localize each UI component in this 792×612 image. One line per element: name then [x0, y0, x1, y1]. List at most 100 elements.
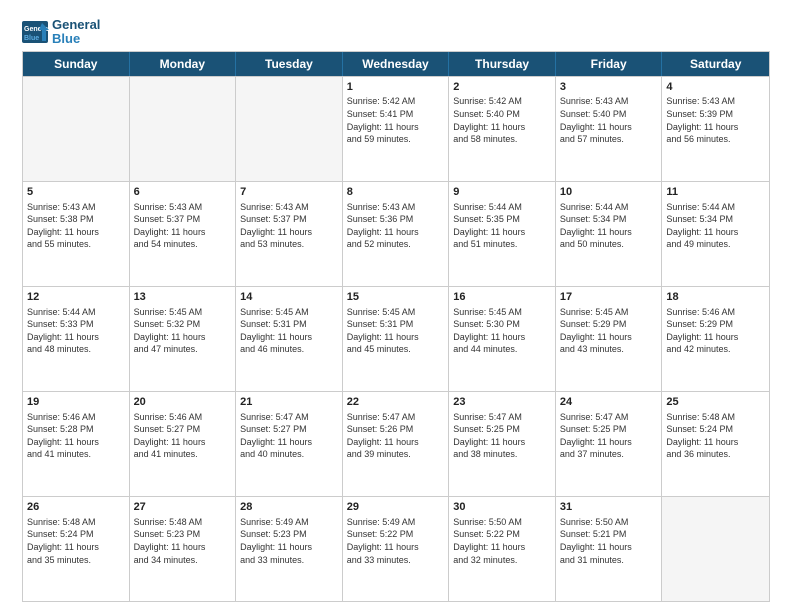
day-number: 23 — [453, 395, 551, 410]
cal-cell-30: 30Sunrise: 5:50 AM Sunset: 5:22 PM Dayli… — [449, 497, 556, 601]
cal-cell-2: 2Sunrise: 5:42 AM Sunset: 5:40 PM Daylig… — [449, 77, 556, 181]
week-row-1: 1Sunrise: 5:42 AM Sunset: 5:41 PM Daylig… — [23, 76, 769, 181]
cal-cell-11: 11Sunrise: 5:44 AM Sunset: 5:34 PM Dayli… — [662, 182, 769, 286]
day-number: 14 — [240, 290, 338, 305]
cal-cell-empty — [662, 497, 769, 601]
cal-cell-20: 20Sunrise: 5:46 AM Sunset: 5:27 PM Dayli… — [130, 392, 237, 496]
calendar-header: SundayMondayTuesdayWednesdayThursdayFrid… — [23, 52, 769, 76]
day-number: 7 — [240, 185, 338, 200]
day-info: Sunrise: 5:43 AM Sunset: 5:40 PM Dayligh… — [560, 95, 658, 145]
cal-cell-8: 8Sunrise: 5:43 AM Sunset: 5:36 PM Daylig… — [343, 182, 450, 286]
cal-cell-16: 16Sunrise: 5:45 AM Sunset: 5:30 PM Dayli… — [449, 287, 556, 391]
day-info: Sunrise: 5:45 AM Sunset: 5:32 PM Dayligh… — [134, 306, 232, 356]
cal-cell-6: 6Sunrise: 5:43 AM Sunset: 5:37 PM Daylig… — [130, 182, 237, 286]
day-info: Sunrise: 5:42 AM Sunset: 5:40 PM Dayligh… — [453, 95, 551, 145]
cal-cell-14: 14Sunrise: 5:45 AM Sunset: 5:31 PM Dayli… — [236, 287, 343, 391]
day-info: Sunrise: 5:50 AM Sunset: 5:22 PM Dayligh… — [453, 516, 551, 566]
cal-cell-5: 5Sunrise: 5:43 AM Sunset: 5:38 PM Daylig… — [23, 182, 130, 286]
header-day-friday: Friday — [556, 52, 663, 76]
week-row-5: 26Sunrise: 5:48 AM Sunset: 5:24 PM Dayli… — [23, 496, 769, 601]
cal-cell-23: 23Sunrise: 5:47 AM Sunset: 5:25 PM Dayli… — [449, 392, 556, 496]
day-info: Sunrise: 5:42 AM Sunset: 5:41 PM Dayligh… — [347, 95, 445, 145]
day-info: Sunrise: 5:46 AM Sunset: 5:29 PM Dayligh… — [666, 306, 765, 356]
day-number: 1 — [347, 80, 445, 95]
day-info: Sunrise: 5:45 AM Sunset: 5:31 PM Dayligh… — [240, 306, 338, 356]
day-info: Sunrise: 5:48 AM Sunset: 5:24 PM Dayligh… — [666, 411, 765, 461]
day-number: 20 — [134, 395, 232, 410]
day-number: 8 — [347, 185, 445, 200]
day-number: 6 — [134, 185, 232, 200]
day-number: 22 — [347, 395, 445, 410]
day-info: Sunrise: 5:43 AM Sunset: 5:37 PM Dayligh… — [134, 201, 232, 251]
day-number: 31 — [560, 500, 658, 515]
cal-cell-13: 13Sunrise: 5:45 AM Sunset: 5:32 PM Dayli… — [130, 287, 237, 391]
header: General Blue General Blue — [22, 18, 770, 47]
cal-cell-empty — [130, 77, 237, 181]
header-day-wednesday: Wednesday — [343, 52, 450, 76]
header-day-sunday: Sunday — [23, 52, 130, 76]
cal-cell-29: 29Sunrise: 5:49 AM Sunset: 5:22 PM Dayli… — [343, 497, 450, 601]
day-number: 28 — [240, 500, 338, 515]
day-number: 19 — [27, 395, 125, 410]
day-info: Sunrise: 5:49 AM Sunset: 5:23 PM Dayligh… — [240, 516, 338, 566]
day-number: 10 — [560, 185, 658, 200]
logo-icon: General Blue — [22, 21, 50, 43]
day-info: Sunrise: 5:45 AM Sunset: 5:30 PM Dayligh… — [453, 306, 551, 356]
day-info: Sunrise: 5:43 AM Sunset: 5:37 PM Dayligh… — [240, 201, 338, 251]
header-day-thursday: Thursday — [449, 52, 556, 76]
header-day-tuesday: Tuesday — [236, 52, 343, 76]
week-row-4: 19Sunrise: 5:46 AM Sunset: 5:28 PM Dayli… — [23, 391, 769, 496]
day-info: Sunrise: 5:45 AM Sunset: 5:29 PM Dayligh… — [560, 306, 658, 356]
cal-cell-9: 9Sunrise: 5:44 AM Sunset: 5:35 PM Daylig… — [449, 182, 556, 286]
day-number: 26 — [27, 500, 125, 515]
cal-cell-18: 18Sunrise: 5:46 AM Sunset: 5:29 PM Dayli… — [662, 287, 769, 391]
day-info: Sunrise: 5:46 AM Sunset: 5:27 PM Dayligh… — [134, 411, 232, 461]
day-number: 18 — [666, 290, 765, 305]
cal-cell-21: 21Sunrise: 5:47 AM Sunset: 5:27 PM Dayli… — [236, 392, 343, 496]
cal-cell-empty — [236, 77, 343, 181]
day-number: 27 — [134, 500, 232, 515]
cal-cell-17: 17Sunrise: 5:45 AM Sunset: 5:29 PM Dayli… — [556, 287, 663, 391]
day-info: Sunrise: 5:44 AM Sunset: 5:35 PM Dayligh… — [453, 201, 551, 251]
cal-cell-4: 4Sunrise: 5:43 AM Sunset: 5:39 PM Daylig… — [662, 77, 769, 181]
header-day-monday: Monday — [130, 52, 237, 76]
day-info: Sunrise: 5:48 AM Sunset: 5:23 PM Dayligh… — [134, 516, 232, 566]
day-info: Sunrise: 5:44 AM Sunset: 5:33 PM Dayligh… — [27, 306, 125, 356]
day-number: 2 — [453, 80, 551, 95]
cal-cell-15: 15Sunrise: 5:45 AM Sunset: 5:31 PM Dayli… — [343, 287, 450, 391]
day-number: 17 — [560, 290, 658, 305]
week-row-2: 5Sunrise: 5:43 AM Sunset: 5:38 PM Daylig… — [23, 181, 769, 286]
logo-text: General Blue — [52, 18, 100, 47]
day-info: Sunrise: 5:47 AM Sunset: 5:25 PM Dayligh… — [453, 411, 551, 461]
day-info: Sunrise: 5:47 AM Sunset: 5:27 PM Dayligh… — [240, 411, 338, 461]
cal-cell-19: 19Sunrise: 5:46 AM Sunset: 5:28 PM Dayli… — [23, 392, 130, 496]
cal-cell-10: 10Sunrise: 5:44 AM Sunset: 5:34 PM Dayli… — [556, 182, 663, 286]
day-info: Sunrise: 5:48 AM Sunset: 5:24 PM Dayligh… — [27, 516, 125, 566]
header-day-saturday: Saturday — [662, 52, 769, 76]
day-info: Sunrise: 5:47 AM Sunset: 5:25 PM Dayligh… — [560, 411, 658, 461]
day-info: Sunrise: 5:49 AM Sunset: 5:22 PM Dayligh… — [347, 516, 445, 566]
day-info: Sunrise: 5:43 AM Sunset: 5:38 PM Dayligh… — [27, 201, 125, 251]
day-number: 11 — [666, 185, 765, 200]
week-row-3: 12Sunrise: 5:44 AM Sunset: 5:33 PM Dayli… — [23, 286, 769, 391]
cal-cell-7: 7Sunrise: 5:43 AM Sunset: 5:37 PM Daylig… — [236, 182, 343, 286]
calendar: SundayMondayTuesdayWednesdayThursdayFrid… — [22, 51, 770, 602]
day-number: 13 — [134, 290, 232, 305]
svg-text:Blue: Blue — [24, 35, 39, 42]
day-number: 5 — [27, 185, 125, 200]
cal-cell-empty — [23, 77, 130, 181]
day-number: 3 — [560, 80, 658, 95]
day-number: 15 — [347, 290, 445, 305]
day-number: 9 — [453, 185, 551, 200]
day-number: 4 — [666, 80, 765, 95]
day-info: Sunrise: 5:43 AM Sunset: 5:39 PM Dayligh… — [666, 95, 765, 145]
cal-cell-28: 28Sunrise: 5:49 AM Sunset: 5:23 PM Dayli… — [236, 497, 343, 601]
day-info: Sunrise: 5:47 AM Sunset: 5:26 PM Dayligh… — [347, 411, 445, 461]
day-number: 30 — [453, 500, 551, 515]
day-info: Sunrise: 5:50 AM Sunset: 5:21 PM Dayligh… — [560, 516, 658, 566]
cal-cell-25: 25Sunrise: 5:48 AM Sunset: 5:24 PM Dayli… — [662, 392, 769, 496]
cal-cell-12: 12Sunrise: 5:44 AM Sunset: 5:33 PM Dayli… — [23, 287, 130, 391]
cal-cell-24: 24Sunrise: 5:47 AM Sunset: 5:25 PM Dayli… — [556, 392, 663, 496]
day-info: Sunrise: 5:43 AM Sunset: 5:36 PM Dayligh… — [347, 201, 445, 251]
calendar-body: 1Sunrise: 5:42 AM Sunset: 5:41 PM Daylig… — [23, 76, 769, 601]
